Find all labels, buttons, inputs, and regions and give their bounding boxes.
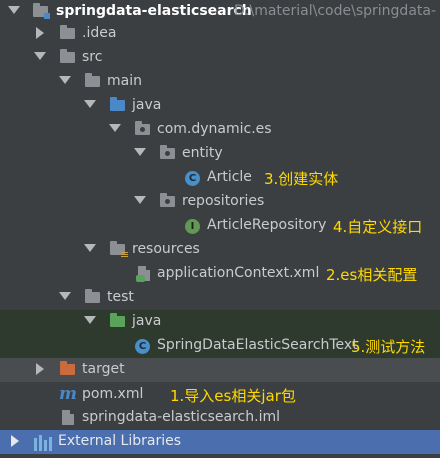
tree-row-target[interactable]: target xyxy=(0,358,440,382)
collapse-arrow-icon[interactable] xyxy=(36,27,44,39)
tree-label: ArticleRepository xyxy=(207,217,327,233)
expand-arrow-icon[interactable] xyxy=(134,148,146,156)
source-folder-icon xyxy=(110,97,125,111)
annotation-3: 3.创建实体 xyxy=(264,170,339,188)
tree-row-main[interactable]: main xyxy=(0,70,440,94)
excluded-folder-icon xyxy=(60,361,75,375)
expand-arrow-icon[interactable] xyxy=(8,6,20,14)
tree-row-test-class[interactable]: C SpringDataElasticSearchText 5.测试方法 xyxy=(0,334,440,358)
tree-label: pom.xml xyxy=(82,386,144,402)
tree-row-idea[interactable]: .idea xyxy=(0,22,440,46)
tree-label: src xyxy=(82,49,103,65)
tree-row-iml[interactable]: springdata-elasticsearch.iml xyxy=(0,406,440,430)
tree-row-external-libraries[interactable]: External Libraries xyxy=(0,430,440,454)
folder-icon xyxy=(85,73,100,87)
tree-label: target xyxy=(82,361,125,377)
folder-icon xyxy=(60,25,75,39)
annotation-5: 5.测试方法 xyxy=(351,338,426,356)
tree-row-resources[interactable]: resources xyxy=(0,238,440,262)
tree-label: resources xyxy=(132,241,200,257)
expand-arrow-icon[interactable] xyxy=(109,124,121,132)
tree-label: springdata-elasticsearch.iml xyxy=(82,409,280,425)
tree-label: java xyxy=(132,313,162,329)
expand-arrow-icon[interactable] xyxy=(84,316,96,324)
tree-label: entity xyxy=(182,145,223,161)
collapse-arrow-icon[interactable] xyxy=(11,435,19,447)
tree-row-article-repository[interactable]: I ArticleRepository 4.自定义接口 xyxy=(0,214,440,238)
tree-row-entity[interactable]: entity xyxy=(0,142,440,166)
tree-label: java xyxy=(132,97,162,113)
tree-label: Article xyxy=(207,169,252,185)
tree-label: repositories xyxy=(182,193,265,209)
tree-label: com.dynamic.es xyxy=(157,121,272,137)
expand-arrow-icon[interactable] xyxy=(59,76,71,84)
project-path: D:\material\code\springdata- xyxy=(234,3,437,19)
tree-label: applicationContext.xml xyxy=(157,265,320,281)
interface-icon: I xyxy=(185,219,200,234)
annotation-2: 2.es相关配置 xyxy=(326,266,418,284)
tree-row-pom[interactable]: m pom.xml 1.导入es相关jar包 xyxy=(0,383,440,407)
tree-row-app-context[interactable]: applicationContext.xml 2.es相关配置 xyxy=(0,262,440,286)
maven-icon: m xyxy=(59,384,77,404)
tree-row-project[interactable]: springdata-elasticsearch D:\material\cod… xyxy=(0,0,440,24)
libraries-icon xyxy=(34,435,52,451)
tree-row-java[interactable]: java xyxy=(0,94,440,118)
test-class-icon: C xyxy=(135,339,150,354)
class-icon: C xyxy=(185,171,200,186)
tree-row-article[interactable]: C Article 3.创建实体 xyxy=(0,166,440,190)
tree-label: External Libraries xyxy=(58,433,181,449)
folder-icon xyxy=(60,49,75,63)
project-name: springdata-elasticsearch xyxy=(56,3,252,19)
tree-label: SpringDataElasticSearchText xyxy=(157,337,358,353)
expand-arrow-icon[interactable] xyxy=(84,100,96,108)
tree-row-package[interactable]: com.dynamic.es xyxy=(0,118,440,142)
folder-icon xyxy=(85,289,100,303)
xml-icon xyxy=(136,266,150,282)
test-folder-icon xyxy=(110,313,125,327)
collapse-arrow-icon[interactable] xyxy=(36,363,44,375)
tree-label: test xyxy=(107,289,134,305)
tree-row-src[interactable]: src xyxy=(0,46,440,70)
project-tree: springdata-elasticsearch D:\material\cod… xyxy=(0,0,440,458)
tree-row-test[interactable]: test xyxy=(0,286,440,310)
resources-folder-icon xyxy=(110,241,128,258)
annotation-1: 1.导入es相关jar包 xyxy=(170,387,296,405)
package-icon xyxy=(160,145,175,159)
expand-arrow-icon[interactable] xyxy=(134,196,146,204)
expand-arrow-icon[interactable] xyxy=(59,292,71,300)
expand-arrow-icon[interactable] xyxy=(84,244,96,252)
annotation-4: 4.自定义接口 xyxy=(333,218,423,236)
expand-arrow-icon[interactable] xyxy=(34,52,46,60)
tree-row-repositories[interactable]: repositories xyxy=(0,190,440,214)
package-icon xyxy=(160,193,175,207)
module-folder-icon xyxy=(33,3,50,19)
tree-label: main xyxy=(107,73,142,89)
iml-file-icon xyxy=(62,410,74,425)
package-icon xyxy=(135,121,150,135)
tree-label: .idea xyxy=(82,25,117,41)
tree-row-test-java[interactable]: java xyxy=(0,310,440,334)
